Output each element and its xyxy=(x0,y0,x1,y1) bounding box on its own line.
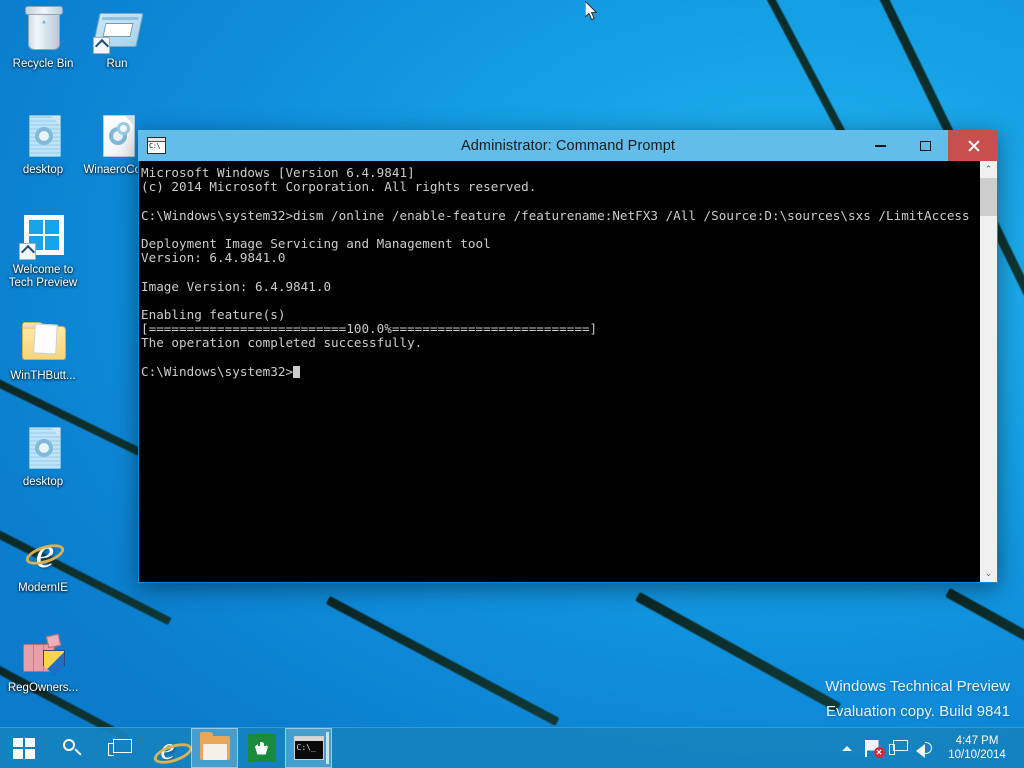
network-icon xyxy=(889,739,909,757)
taskbar-item-file-explorer[interactable] xyxy=(191,728,238,768)
desktop-icon-label: desktop xyxy=(4,476,82,489)
maximize-icon xyxy=(920,141,931,151)
command-prompt-icon: C:\ xyxy=(147,137,166,154)
desktop-icon-desktop-ini-2[interactable]: desktop xyxy=(4,424,82,489)
error-badge: ✕ xyxy=(874,747,885,758)
speaker-icon xyxy=(915,739,935,757)
network-button[interactable] xyxy=(886,728,912,768)
desktop-icon-label: ModernIE xyxy=(4,582,82,595)
desktop-icon-label: RegOwners... xyxy=(4,682,82,695)
folder-icon xyxy=(200,736,230,760)
wallpaper-stripe xyxy=(635,592,841,712)
scroll-up-button[interactable]: ⌃ xyxy=(980,161,997,178)
start-button[interactable] xyxy=(0,728,48,768)
chevron-up-icon xyxy=(842,746,852,751)
desktop-icon-recycle-bin[interactable]: Recycle Bin xyxy=(4,6,82,71)
run-shortcut-icon xyxy=(93,6,141,54)
desktop-icon-run[interactable]: Run xyxy=(78,6,156,71)
registry-ownership-icon xyxy=(19,630,67,678)
task-view-icon xyxy=(108,739,132,757)
desktop[interactable]: Recycle Bin Run desktop WinaeroCo... Wel… xyxy=(0,0,1024,768)
chevron-down-icon: ⌄ xyxy=(985,568,993,579)
desktop-icon-regowners[interactable]: RegOwners... xyxy=(4,630,82,695)
taskbar-item-internet-explorer[interactable]: e xyxy=(144,728,191,768)
recycle-bin-icon xyxy=(19,6,67,54)
command-prompt-icon: C:\_ xyxy=(294,736,324,760)
watermark-line-1: Windows Technical Preview xyxy=(825,674,1010,699)
taskbar-item-command-prompt[interactable]: C:\_ xyxy=(285,728,332,768)
window-titlebar[interactable]: C:\ Administrator: Command Prompt xyxy=(138,130,998,161)
close-icon xyxy=(967,139,980,152)
task-view-button[interactable] xyxy=(96,728,144,768)
taskbar[interactable]: e C:\_ ✕ 4:47 PM 10/10/2014 xyxy=(0,727,1024,768)
desktop-icon-modernie[interactable]: e ModernIE xyxy=(4,530,82,595)
clock-time: 4:47 PM xyxy=(944,734,1010,748)
windows-logo-icon xyxy=(13,738,35,759)
ini-file-icon xyxy=(19,112,67,160)
wallpaper-stripe xyxy=(326,596,560,726)
taskbar-item-store[interactable] xyxy=(238,728,285,768)
internet-explorer-icon: e xyxy=(19,530,67,578)
folder-icon xyxy=(19,318,67,366)
desktop-icon-label: desktop xyxy=(4,164,82,177)
scrollbar-track[interactable] xyxy=(980,178,997,565)
minimize-icon xyxy=(875,145,886,147)
clock[interactable]: 4:47 PM 10/10/2014 xyxy=(938,734,1018,762)
windows-logo-icon xyxy=(19,212,67,260)
desktop-icon-label: Welcome to Tech Preview xyxy=(4,264,82,290)
desktop-icon-welcome-tech-preview[interactable]: Welcome to Tech Preview xyxy=(4,212,82,290)
close-button[interactable] xyxy=(948,130,998,161)
console-body[interactable]: Microsoft Windows [Version 6.4.9841] (c)… xyxy=(138,161,998,583)
desktop-icon-winthbutt[interactable]: WinTHButt... xyxy=(4,318,82,383)
chevron-up-icon: ⌃ xyxy=(985,164,993,175)
winaero-config-icon xyxy=(93,112,141,160)
running-indicator xyxy=(326,732,329,764)
scroll-down-button[interactable]: ⌄ xyxy=(980,565,997,582)
clock-date: 10/10/2014 xyxy=(944,748,1010,762)
mouse-cursor xyxy=(585,1,598,21)
desktop-icon-label: Recycle Bin xyxy=(4,58,82,71)
volume-button[interactable] xyxy=(912,728,938,768)
console-cursor xyxy=(293,366,300,378)
show-hidden-icons-button[interactable] xyxy=(834,728,860,768)
maximize-button[interactable] xyxy=(903,130,948,161)
internet-explorer-icon: e xyxy=(151,731,185,765)
vertical-scrollbar[interactable]: ⌃ ⌄ xyxy=(979,161,997,582)
minimize-button[interactable] xyxy=(858,130,903,161)
cmd-icon-text: C:\ xyxy=(149,142,160,150)
desktop-icon-label: WinTHButt... xyxy=(4,370,82,383)
store-icon xyxy=(248,734,276,762)
action-center-button[interactable]: ✕ xyxy=(860,728,886,768)
command-prompt-window[interactable]: C:\ Administrator: Command Prompt Micros… xyxy=(138,130,998,583)
search-button[interactable] xyxy=(48,728,96,768)
desktop-icon-label: Run xyxy=(78,58,156,71)
flag-icon: ✕ xyxy=(864,739,883,758)
watermark-line-2: Evaluation copy. Build 9841 xyxy=(825,699,1010,724)
desktop-icon-desktop-ini-1[interactable]: desktop xyxy=(4,112,82,177)
console-text: Microsoft Windows [Version 6.4.9841] (c)… xyxy=(141,165,970,379)
system-tray[interactable]: ✕ 4:47 PM 10/10/2014 xyxy=(834,728,1024,768)
scrollbar-thumb[interactable] xyxy=(980,178,997,216)
search-icon xyxy=(62,738,82,758)
ini-file-icon xyxy=(19,424,67,472)
evaluation-watermark: Windows Technical Preview Evaluation cop… xyxy=(825,674,1010,724)
console-output[interactable]: Microsoft Windows [Version 6.4.9841] (c)… xyxy=(139,161,979,582)
window-controls xyxy=(858,130,998,161)
